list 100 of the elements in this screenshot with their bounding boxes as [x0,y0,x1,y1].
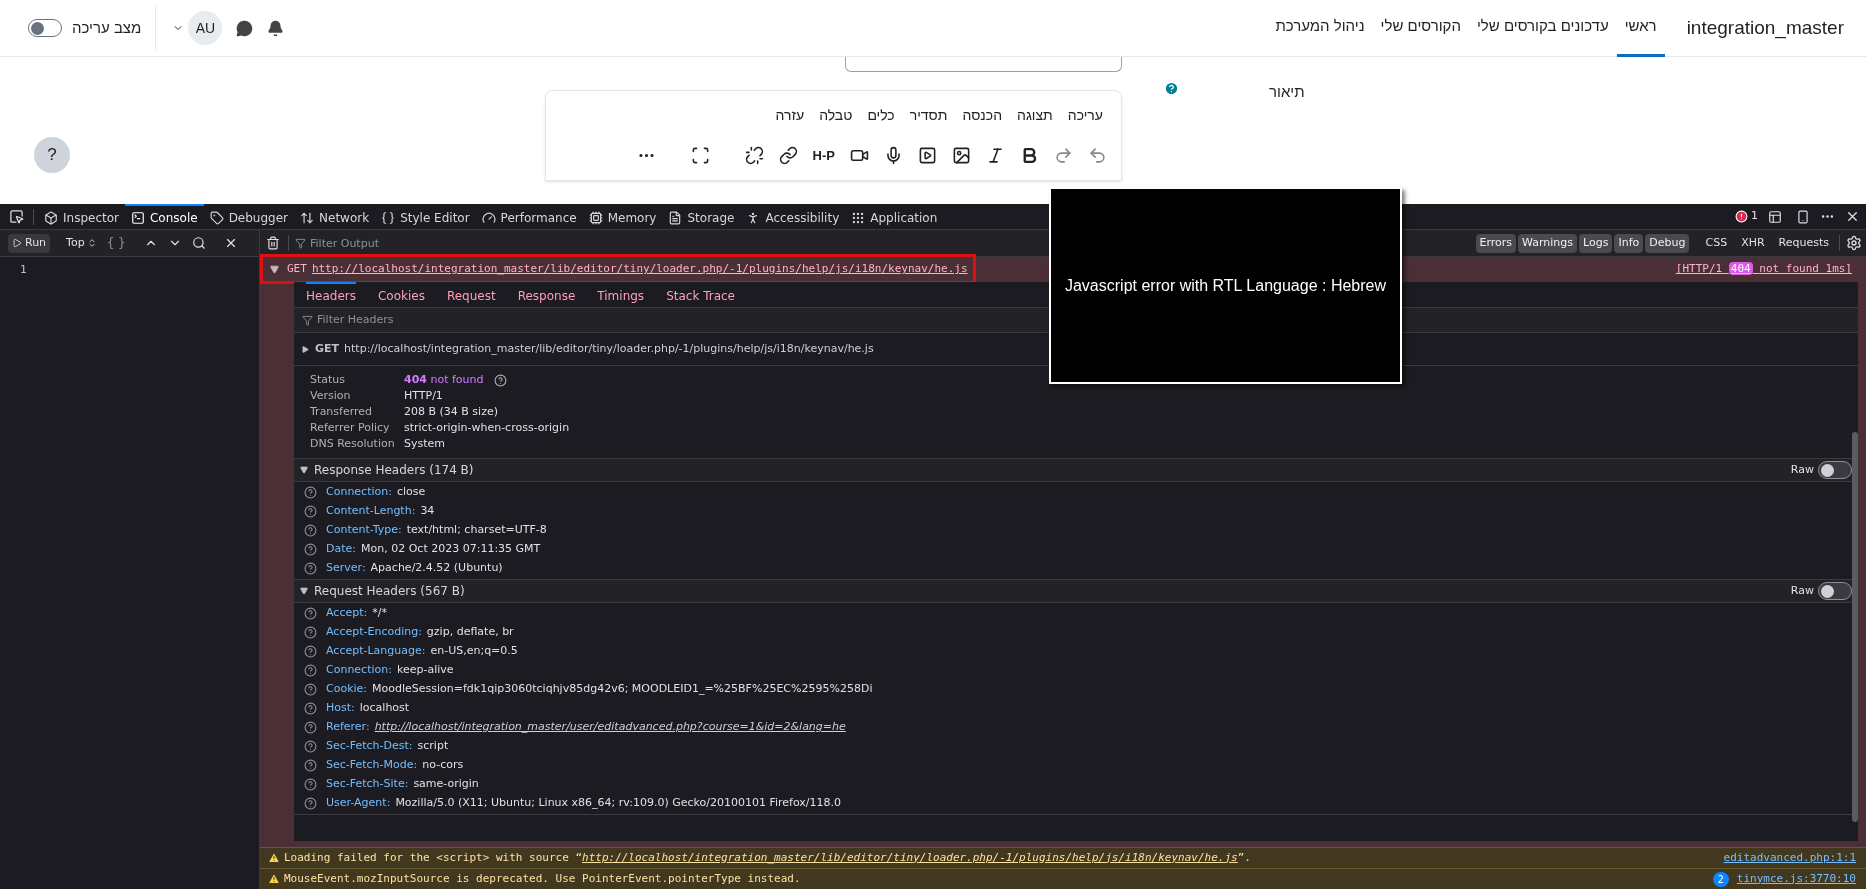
image-icon[interactable] [952,146,971,166]
updown-caret-icon[interactable] [86,238,97,248]
help-icon[interactable] [304,740,317,753]
trash-icon[interactable] [266,236,280,250]
help-icon[interactable] [304,524,317,537]
menu-item[interactable]: כלים [867,105,895,126]
header-link[interactable]: http://localhost/integration_master/user/editadvanced.php?course=1&id=2&lang=he [374,719,846,736]
devtools-tab[interactable]: Memory [582,203,663,230]
close-icon[interactable] [1845,209,1860,224]
help-icon[interactable] [304,645,317,658]
detail-tab[interactable]: Response [517,282,576,307]
play-icon[interactable] [918,146,937,166]
bell-icon[interactable] [267,19,285,37]
menu-item[interactable]: תסדיר [909,105,948,126]
info-label: Transferred [310,403,374,420]
filter-toggle[interactable]: Info [1614,233,1644,253]
expand-arrow-icon[interactable] [302,345,309,353]
help-icon[interactable] [304,543,317,556]
menu-item[interactable]: עריכה [1067,105,1103,126]
devtools-tab[interactable]: Debugger [203,203,295,230]
help-icon[interactable] [493,373,507,387]
help-icon[interactable] [304,505,317,518]
scrollbar[interactable] [1852,432,1858,822]
chat-icon[interactable] [236,19,254,37]
fullscreen-icon[interactable] [690,146,710,166]
devtools-tab[interactable]: Style Editor [375,203,476,230]
pretty-print-button[interactable]: { } [106,234,126,252]
help-icon[interactable] [304,683,317,696]
help-icon[interactable] [304,607,317,620]
menu-item[interactable]: תצוגה [1017,105,1053,126]
header-value: no-cors [422,757,464,774]
help-icon[interactable] [304,486,317,499]
header-value: gzip, deflate, br [426,624,514,641]
input-field[interactable] [845,57,1122,72]
document-icon [668,210,683,225]
devtools-tab[interactable]: Application [845,203,944,230]
h5p-logo[interactable]: H-P [812,146,835,166]
responsive-icon[interactable] [1796,209,1810,224]
help-icon[interactable] [304,721,317,734]
menu-item[interactable]: הכנסה [962,105,1003,126]
header-name: Content-Length: [326,503,416,520]
context-select[interactable]: Top [66,234,85,252]
unlink-icon[interactable] [744,146,764,166]
filter-toggle[interactable]: Requests [1774,233,1833,253]
search-icon[interactable] [191,236,206,250]
help-icon[interactable] [304,626,317,639]
section-title[interactable]: Response Headers (174 B) [314,461,474,479]
italic-icon[interactable] [986,146,1005,166]
raw-switch[interactable] [1818,582,1852,600]
site-name[interactable]: integration_master [1686,13,1844,43]
devtools-tab[interactable]: Network [294,203,376,230]
run-button[interactable]: Run [8,233,51,253]
menu-item[interactable]: טבלה [819,105,853,126]
raw-switch[interactable] [1818,461,1852,479]
link-icon[interactable] [778,146,798,166]
filter-toggle[interactable]: Logs [1579,233,1613,253]
microphone-icon[interactable] [884,146,903,166]
request-url[interactable]: http://localhost/integration_master/lib/editor/tiny/loader.php/-1/plugins/help/js/i18n/keynav/he.js [311,261,968,278]
help-icon[interactable] [304,664,317,677]
nav-link[interactable]: עדכונים בקורסים שלי [1468,0,1617,57]
request-status[interactable]: [HTTP/1 404 not found 1ms] [1675,261,1852,278]
section-title[interactable]: Request Headers (567 B) [314,582,465,600]
devtools-tab[interactable]: Storage [662,203,741,230]
source-location[interactable]: editadvanced.php:1:1 [1723,849,1856,867]
filter-toggle[interactable]: Errors [1475,233,1517,253]
detail-tab[interactable]: Request [446,282,496,307]
devtools-tab[interactable]: Performance [475,203,583,230]
undo-icon[interactable] [1088,146,1107,166]
element-picker-icon[interactable] [9,209,24,224]
nav-link[interactable]: הקורסים שלי [1372,0,1469,57]
nav-link[interactable]: ניהול המערכת [1267,0,1373,57]
settings-icon[interactable] [1846,235,1862,251]
edit-mode-switch[interactable] [28,19,62,37]
filter-toggle[interactable]: Debug [1645,233,1690,253]
source-location[interactable]: tinymce.js:3770:10 [1736,870,1856,888]
help-icon[interactable] [304,562,317,575]
help-icon[interactable] [304,702,317,715]
filter-toggle[interactable]: XHR [1737,233,1769,253]
layout-icon[interactable] [1768,209,1782,224]
detail-tab[interactable]: Timings [597,282,645,307]
help-icon[interactable] [304,778,317,791]
expand-arrow-icon[interactable] [300,587,308,595]
source-link[interactable]: http://localhost/integration_master/lib/editor/tiny/loader.php/-1/plugins/help/js/i18n/keynav/he.js [582,850,1238,864]
error-count[interactable]: 1 [1735,208,1758,225]
detail-tab[interactable]: Cookies [377,282,425,307]
filter-toggle[interactable]: CSS [1701,233,1732,253]
header-name: Server: [326,560,366,577]
filter-toggle[interactable]: Warnings [1518,233,1578,253]
menu-item[interactable]: עזרה [775,105,805,126]
detail-tab[interactable]: Stack Trace [666,282,735,307]
devtools-tab[interactable]: Accessibility [740,203,846,230]
expand-arrow-icon[interactable] [270,265,279,274]
help-icon[interactable] [304,797,317,810]
user-avatar[interactable]: AU [188,11,223,45]
info-label: Version [310,387,352,404]
help-button[interactable]: ? [34,137,70,173]
devtools-tab[interactable]: Inspector [38,203,125,230]
help-icon[interactable] [304,759,317,772]
expand-arrow-icon[interactable] [300,466,308,474]
redo-icon[interactable] [1054,146,1073,166]
